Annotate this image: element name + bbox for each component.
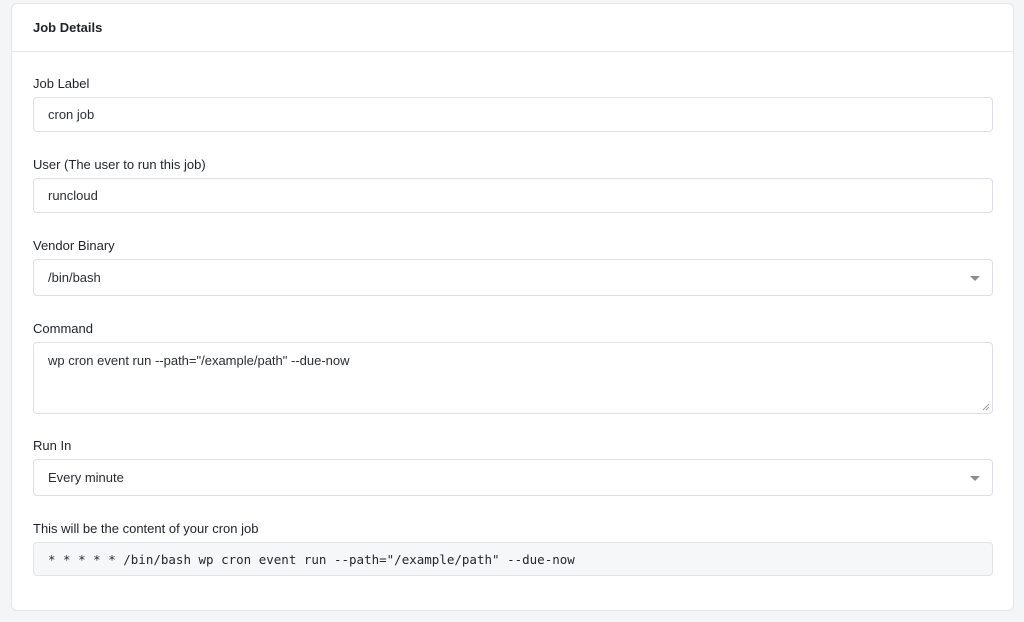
vendor-binary-select[interactable]: /bin/bash (33, 259, 993, 296)
cron-preview-label: This will be the content of your cron jo… (33, 521, 259, 536)
run-in-select[interactable]: Every minute (33, 459, 993, 496)
command-value: wp cron event run --path="/example/path"… (48, 353, 350, 368)
run-in-selected: Every minute (48, 470, 124, 485)
user-value: runcloud (48, 188, 98, 203)
cron-preview-value: * * * * * /bin/bash wp cron event run --… (48, 551, 575, 567)
command-label: Command (33, 321, 93, 336)
run-in-label: Run In (33, 438, 72, 453)
cron-preview-box: * * * * * /bin/bash wp cron event run --… (33, 542, 993, 576)
vendor-binary-label: Vendor Binary (33, 238, 115, 253)
user-label: User (The user to run this job) (33, 157, 206, 172)
chevron-down-icon (970, 275, 980, 281)
user-input[interactable]: runcloud (33, 178, 993, 213)
job-label-value: cron job (48, 107, 95, 122)
card-title: Job Details (33, 20, 103, 35)
job-label-input[interactable]: cron job (33, 97, 993, 132)
resize-grip-icon[interactable] (982, 403, 990, 411)
job-label-label: Job Label (33, 76, 90, 91)
command-textarea[interactable]: wp cron event run --path="/example/path"… (33, 342, 993, 414)
job-details-card: Job Details Job Label cron job User (The… (11, 3, 1014, 611)
vendor-binary-selected: /bin/bash (48, 270, 101, 285)
card-header: Job Details (12, 4, 1013, 52)
chevron-down-icon (970, 475, 980, 481)
